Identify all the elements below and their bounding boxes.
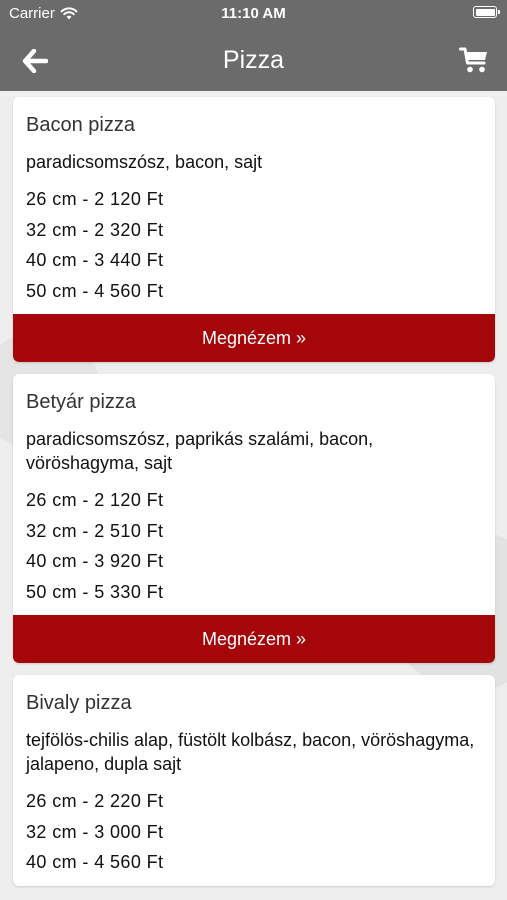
pizza-card-body: Betyár pizza paradicsomszósz, paprikás s…	[13, 374, 495, 615]
price-line: 32 cm - 2 320 Ft	[26, 219, 164, 240]
price-line: 40 cm - 4 560 Ft	[26, 852, 164, 872]
view-button[interactable]: Megnézem »	[13, 615, 495, 663]
top-bar: Carrier 11:10 AM Pizza	[0, 0, 507, 91]
battery-icon	[473, 6, 500, 18]
price-line: 40 cm - 3 440 Ft	[26, 250, 164, 270]
status-time: 11:10 AM	[221, 5, 286, 22]
pizza-card-body: Bivaly pizza tejfölös-chilis alap, füstö…	[13, 675, 495, 886]
price-line: 26 cm - 2 120 Ft	[26, 189, 164, 209]
page-title: Pizza	[222, 46, 285, 74]
price-line: 40 cm - 3 920 Ft	[26, 551, 164, 571]
price-line: 26 cm - 2 120 Ft	[26, 490, 164, 510]
cart-button[interactable]	[457, 44, 491, 76]
price-line: 32 cm - 3 000 Ft	[26, 821, 164, 842]
price-line: 26 cm - 2 220 Ft	[26, 791, 164, 811]
pizza-description: tejfölös-chilis alap, füstölt kolbász, b…	[26, 730, 475, 774]
pizza-list: Bacon pizza paradicsomszósz, bacon, sajt…	[13, 97, 495, 898]
pizza-description: paradicsomszósz, bacon, sajt	[26, 152, 263, 172]
pizza-description: paradicsomszósz, paprikás szalámi, bacon…	[26, 429, 374, 473]
price-line: 50 cm - 5 330 Ft	[26, 581, 164, 602]
navigation-bar: Pizza	[0, 28, 507, 91]
pizza-name: Bacon pizza	[26, 114, 135, 136]
price-line: 50 cm - 4 560 Ft	[26, 280, 164, 301]
pizza-name: Bivaly pizza	[26, 692, 132, 714]
price-line: 32 cm - 2 510 Ft	[26, 520, 164, 541]
pizza-name: Betyár pizza	[26, 391, 137, 413]
view-button[interactable]: Megnézem »	[13, 314, 495, 362]
pizza-card-body: Bacon pizza paradicsomszósz, bacon, sajt…	[13, 97, 495, 314]
pizza-card: Betyár pizza paradicsomszósz, paprikás s…	[13, 374, 495, 663]
pizza-card: Bacon pizza paradicsomszósz, bacon, sajt…	[13, 97, 495, 362]
shopping-cart-icon	[459, 47, 487, 73]
pizza-card: Bivaly pizza tejfölös-chilis alap, füstö…	[13, 675, 495, 886]
status-bar: Carrier 11:10 AM	[0, 0, 507, 28]
